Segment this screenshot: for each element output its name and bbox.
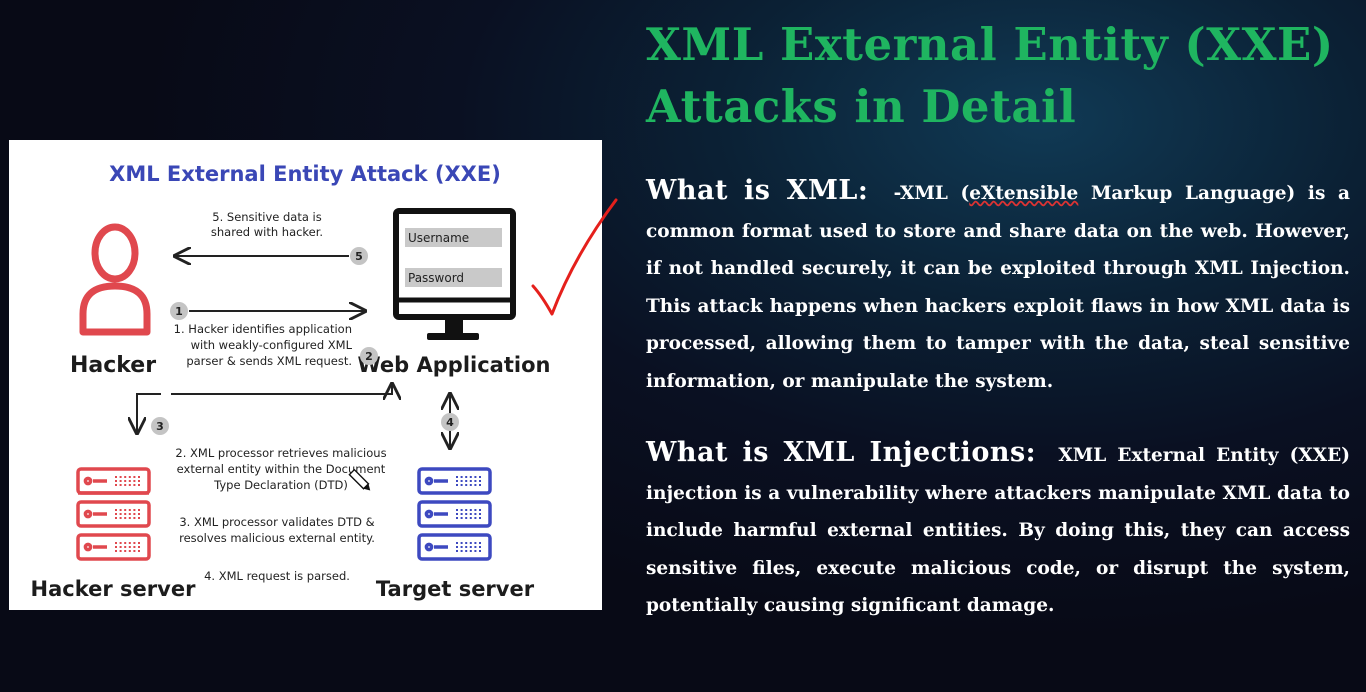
step-1-text-line-3: parser & sends XML request. — [186, 354, 352, 368]
hacker-person-icon — [79, 223, 151, 336]
step-5-number: 5 — [355, 250, 363, 263]
step-3-number: 3 — [156, 420, 164, 433]
hacker-server-label: Hacker server — [31, 577, 197, 601]
step-2-text-line-3: Type Declaration (DTD) — [213, 478, 348, 492]
username-field-label: Username — [408, 231, 469, 245]
step-2-text-line-1: 2. XML processor retrieves malicious — [175, 446, 386, 460]
xml-definition-heading: What is XML: — [646, 175, 869, 206]
step-1-badge: 1 — [170, 302, 188, 320]
step-2-number: 2 — [365, 350, 373, 363]
step-1-number: 1 — [175, 305, 183, 318]
step-3-arrow-up — [171, 384, 392, 394]
step-2-badge: 2 — [360, 347, 378, 365]
step-5-text-line-1: 5. Sensitive data is — [212, 210, 321, 224]
xxe-diagram: XML External Entity Attack (XXE) Hacker … — [9, 140, 602, 610]
step-5-badge: 5 — [350, 247, 368, 265]
slide-title-line-2: Attacks in Detail — [646, 80, 1077, 133]
password-field-label: Password — [408, 271, 464, 285]
hacker-server-icon — [76, 467, 151, 561]
xxe-diagram-svg: XML External Entity Attack (XXE) Hacker … — [31, 162, 551, 601]
slide-title: XML External Entity (XXE) Attacks in Det… — [646, 14, 1346, 138]
web-application-label: Web Application — [358, 353, 551, 377]
slide-title-line-1: XML External Entity (XXE) — [646, 18, 1334, 71]
step-4-text-line-1: 4. XML request is parsed. — [204, 569, 350, 583]
xml-definition-paragraph: What is XML: -XML (eXtensible Markup Lan… — [646, 172, 1350, 400]
step-1-text-line-1: 1. Hacker identifies application — [174, 322, 352, 336]
xml-definition-underlined-word: eXtensible — [969, 183, 1079, 204]
step-4-number: 4 — [446, 416, 454, 429]
step-4-badge: 4 — [441, 413, 459, 431]
step-3-badge: 3 — [151, 417, 169, 435]
xml-definition-body: Markup Language) is a common format used… — [646, 183, 1350, 392]
target-server-label: Target server — [376, 577, 535, 601]
xml-definition-lead: -XML ( — [893, 183, 970, 204]
target-server-icon — [417, 467, 492, 561]
step-1-text-line-2: with weakly-configured XML — [191, 338, 353, 352]
step-3-text-line-1: 3. XML processor validates DTD & — [179, 515, 374, 529]
xml-injection-paragraph: What is XML Injections: XML External Ent… — [646, 434, 1350, 625]
red-checkmark-annotation — [531, 198, 618, 316]
xml-injection-heading: What is XML Injections: — [646, 437, 1037, 468]
step-5-text-line-2: shared with hacker. — [211, 225, 323, 239]
xml-injection-body: XML External Entity (XXE) injection is a… — [646, 445, 1350, 616]
hacker-label: Hacker — [70, 353, 156, 378]
diagram-title: XML External Entity Attack (XXE) — [109, 162, 501, 186]
step-3-text-line-2: resolves malicious external entity. — [179, 531, 375, 545]
